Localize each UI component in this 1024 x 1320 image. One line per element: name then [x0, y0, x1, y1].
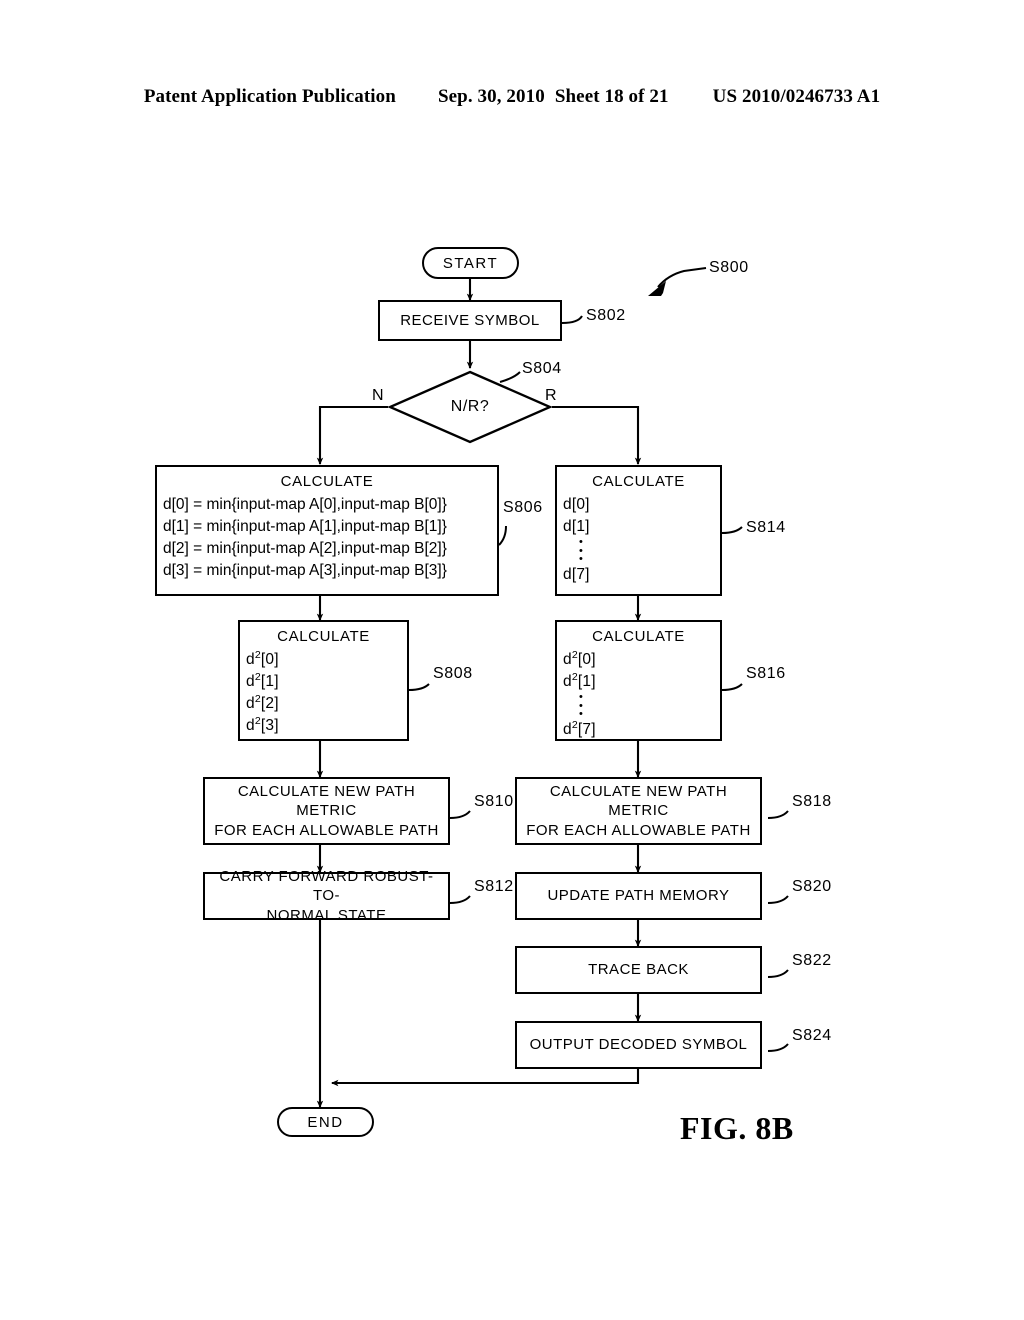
receive-symbol-box: RECEIVE SYMBOL — [378, 300, 562, 341]
calc-line: d[7] — [563, 566, 590, 584]
calc-d-normal-title: CALCULATE — [280, 473, 374, 490]
carry-forward-line2: NORMAL STATE — [266, 906, 387, 924]
calc-line: d2[2] — [246, 692, 279, 712]
end-label: END — [307, 1113, 344, 1131]
step-ref-s814: S814 — [746, 519, 786, 536]
edge-decision-r-to-calc — [552, 405, 642, 465]
calc-line: d2[0] — [563, 648, 596, 668]
path-metric-normal-line1: CALCULATE NEW PATH METRIC — [237, 782, 416, 820]
step-ref-s802: S802 — [586, 307, 626, 324]
path-metric-robust-line2: FOR EACH ALLOWABLE PATH — [526, 821, 751, 839]
calc-d-robust-box: CALCULATE d[0] d[1] • • • d[7] — [555, 465, 722, 596]
flow-ref-s800: S800 — [709, 259, 749, 276]
decision-nr: N/R? — [388, 370, 552, 444]
calc-dsq-robust-lines: d2[0] d2[1] • • • d2[7] — [557, 649, 720, 741]
calc-line: d[1] — [563, 517, 590, 535]
calc-line: d[1] = min{input-map A[1],input-map B[1]… — [163, 517, 447, 535]
trace-back-box: TRACE BACK — [515, 946, 762, 994]
edge-s824-to-merge — [331, 1069, 640, 1087]
path-metric-robust-label: CALCULATE NEW PATH METRIC FOR EACH ALLOW… — [517, 782, 760, 841]
update-path-memory-label: UPDATE PATH MEMORY — [547, 887, 730, 905]
calc-line: d[2] = min{input-map A[2],input-map B[2]… — [163, 539, 447, 557]
calc-d-robust-title: CALCULATE — [592, 473, 685, 490]
start-terminal: START — [422, 247, 519, 279]
output-decoded-box: OUTPUT DECODED SYMBOL — [515, 1021, 762, 1069]
step-ref-s818: S818 — [792, 793, 832, 810]
flowchart-connectors — [316, 266, 789, 1108]
calc-line: d2[3] — [246, 714, 279, 734]
calc-d-normal-lines: d[0] = min{input-map A[0],input-map B[0]… — [157, 494, 497, 582]
path-metric-robust-box: CALCULATE NEW PATH METRIC FOR EACH ALLOW… — [515, 777, 762, 845]
end-terminal: END — [277, 1107, 374, 1137]
carry-forward-line1: CARRY FORWARD ROBUST-TO- — [219, 867, 434, 905]
step-ref-s804: S804 — [522, 360, 562, 377]
path-metric-robust-line1: CALCULATE NEW PATH METRIC — [549, 782, 728, 820]
calc-line: d2[1] — [246, 670, 279, 690]
carry-forward-label: CARRY FORWARD ROBUST-TO- NORMAL STATE — [205, 867, 448, 926]
start-label: START — [442, 254, 499, 272]
carry-forward-box: CARRY FORWARD ROBUST-TO- NORMAL STATE — [203, 868, 450, 924]
trace-back-label: TRACE BACK — [588, 961, 689, 979]
calc-line: d2[7] — [563, 718, 596, 739]
calc-line: d[0] = min{input-map A[0],input-map B[0]… — [163, 495, 447, 513]
calc-line: d2[1] — [563, 670, 596, 690]
calc-dsq-robust-box: CALCULATE d2[0] d2[1] • • • d2[7] — [555, 620, 722, 741]
calc-dsq-robust-title: CALCULATE — [592, 628, 685, 645]
step-ref-s810: S810 — [474, 793, 514, 810]
branch-label-n: N — [372, 387, 385, 404]
s800-leader — [648, 266, 707, 296]
edge-decision-n-to-calc — [316, 405, 388, 465]
step-ref-s808: S808 — [433, 665, 473, 682]
branch-label-r: R — [545, 387, 558, 404]
calc-d-normal-box: CALCULATE d[0] = min{input-map A[0],inpu… — [155, 465, 499, 596]
update-path-memory-box: UPDATE PATH MEMORY — [515, 872, 762, 920]
figure-caption: FIG. 8B — [680, 1110, 794, 1146]
calc-dsq-normal-title: CALCULATE — [277, 628, 370, 645]
calc-dsq-normal-box: CALCULATE d2[0] d2[1] d2[2] d2[3] — [238, 620, 409, 741]
step-ref-s812: S812 — [474, 878, 514, 895]
calc-dsq-normal-lines: d2[0] d2[1] d2[2] d2[3] — [240, 649, 407, 737]
vertical-ellipsis-icon: • • • — [579, 690, 583, 721]
calc-line: d[3] = min{input-map A[3],input-map B[3]… — [163, 561, 447, 579]
calc-line: d2[0] — [246, 648, 279, 668]
step-ref-s816: S816 — [746, 665, 786, 682]
step-ref-s806: S806 — [503, 499, 543, 516]
vertical-ellipsis-icon: • • • — [579, 535, 583, 566]
step-ref-s824: S824 — [792, 1027, 832, 1044]
step-ref-s820: S820 — [792, 878, 832, 895]
decision-label: N/R? — [450, 398, 490, 415]
path-metric-normal-line2: FOR EACH ALLOWABLE PATH — [214, 821, 439, 839]
path-metric-normal-box: CALCULATE NEW PATH METRIC FOR EACH ALLOW… — [203, 777, 450, 845]
output-decoded-label: OUTPUT DECODED SYMBOL — [529, 1036, 748, 1054]
receive-symbol-label: RECEIVE SYMBOL — [400, 311, 540, 329]
step-ref-s822: S822 — [792, 952, 832, 969]
calc-d-robust-lines: d[0] d[1] • • • d[7] — [557, 494, 720, 586]
calc-line: d[0] — [563, 495, 590, 513]
path-metric-normal-label: CALCULATE NEW PATH METRIC FOR EACH ALLOW… — [205, 782, 448, 841]
